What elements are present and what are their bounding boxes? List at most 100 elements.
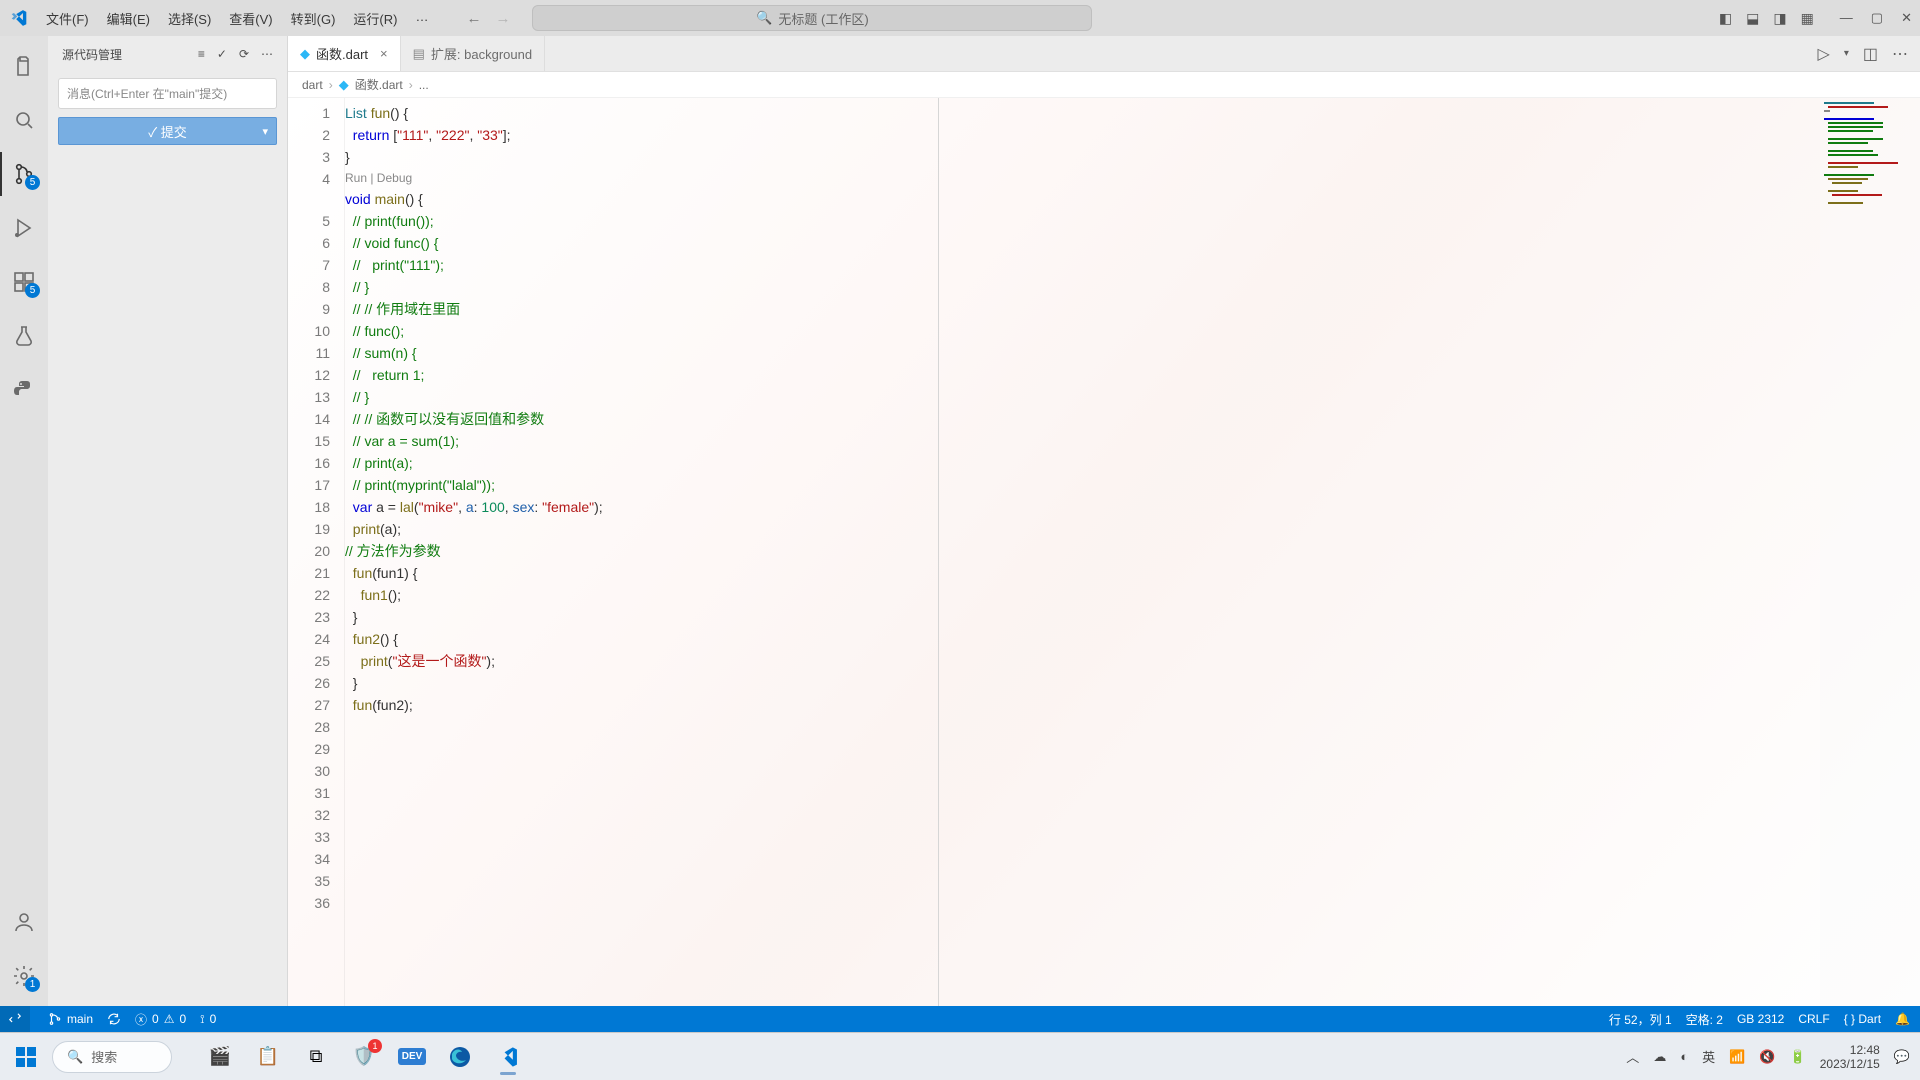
tab-extension[interactable]: ▤ 扩展: background (401, 36, 545, 71)
tab-label: 函数.dart (316, 44, 368, 63)
layout-controls: ◧ ⬓ ◨ ▦ (1719, 10, 1814, 27)
menu-selection[interactable]: 选择(S) (160, 5, 219, 32)
status-bar: main ⓧ0 ⚠0 ⟟0 行 52，列 1 空格: 2 GB 2312 CRL… (0, 1006, 1920, 1032)
toggle-panel-icon[interactable]: ⬓ (1746, 10, 1759, 27)
close-icon[interactable]: ✕ (1901, 10, 1912, 26)
breadcrumb-symbol[interactable]: ... (419, 78, 429, 92)
status-ports[interactable]: ⟟0 (200, 1012, 216, 1027)
dart-file-icon: ◆ (300, 46, 310, 62)
taskbar-app-dev[interactable]: DEV (392, 1037, 432, 1077)
editor-area: ◆ 函数.dart × ▤ 扩展: background ▷ ▾ ◫ ⋯ dar… (288, 36, 1920, 1006)
menu-go[interactable]: 转到(G) (283, 5, 344, 32)
command-center[interactable]: 🔍 无标题 (工作区) (532, 5, 1092, 31)
run-file-icon[interactable]: ▷ (1818, 44, 1830, 64)
status-cursor-position[interactable]: 行 52，列 1 (1609, 1011, 1672, 1028)
tray-notifications-icon[interactable]: 💬 (1894, 1049, 1910, 1065)
status-encoding[interactable]: GB 2312 (1737, 1012, 1784, 1026)
nav-back-icon[interactable]: ← (466, 10, 481, 27)
breadcrumb-folder[interactable]: dart (302, 78, 323, 92)
menu-view[interactable]: 查看(V) (221, 5, 280, 32)
taskbar-search[interactable]: 🔍 搜索 (52, 1041, 172, 1073)
activity-source-control[interactable]: 5 (0, 152, 48, 196)
menu-file[interactable]: 文件(F) (38, 5, 97, 32)
tray-onedrive-icon[interactable]: ☁ (1653, 1049, 1666, 1065)
remote-indicator[interactable] (0, 1006, 30, 1032)
status-branch[interactable]: main (48, 1012, 93, 1026)
radio-tower-icon: ⟟ (200, 1012, 204, 1027)
sidebar-title: 源代码管理 (62, 46, 122, 63)
activity-bar: 5 5 1 (0, 36, 48, 1006)
taskbar-app-notes[interactable]: 📋 (248, 1037, 288, 1077)
activity-search[interactable] (0, 98, 48, 142)
chevron-down-icon[interactable]: ▾ (262, 125, 268, 138)
error-icon: ⓧ (135, 1011, 147, 1028)
clock-time: 12:48 (1820, 1043, 1880, 1057)
customize-layout-icon[interactable]: ▦ (1801, 10, 1814, 27)
status-language-mode[interactable]: { } Dart (1844, 1012, 1881, 1026)
minimap[interactable] (1820, 98, 1920, 1006)
nav-forward-icon[interactable]: → (495, 10, 510, 27)
tray-battery-icon[interactable]: 🔋 (1790, 1049, 1806, 1065)
search-icon: 🔍 (67, 1049, 83, 1065)
taskbar-apps: 🎬 📋 ⧉ 🛡️1 DEV (200, 1037, 528, 1077)
tray-clock[interactable]: 12:48 2023/12/15 (1820, 1043, 1880, 1071)
more-actions-icon[interactable]: ⋯ (261, 47, 273, 61)
workbench: 5 5 1 源代码管理 ≡ ✓ ⟳ ⋯ (0, 36, 1920, 1006)
editor-body[interactable]: 1234567891011121314151617181920212223242… (288, 98, 1920, 1006)
editor-tabs: ◆ 函数.dart × ▤ 扩展: background ▷ ▾ ◫ ⋯ (288, 36, 1920, 72)
breadcrumb-file[interactable]: 函数.dart (355, 76, 403, 93)
menu-run[interactable]: 运行(R) (345, 5, 405, 32)
commit-button[interactable]: ✓ 提交 ▾ (58, 117, 277, 145)
toggle-secondary-sidebar-icon[interactable]: ◨ (1773, 10, 1786, 27)
activity-testing[interactable] (0, 314, 48, 358)
status-indentation[interactable]: 空格: 2 (1686, 1011, 1723, 1028)
tray-app-icon[interactable]: ◐ (1680, 1049, 1688, 1064)
dart-file-icon: ◆ (339, 77, 349, 93)
line-number-gutter[interactable]: 1234567891011121314151617181920212223242… (288, 98, 344, 1006)
taskbar-app-edge[interactable] (440, 1037, 480, 1077)
activity-python[interactable] (0, 368, 48, 412)
commit-action-icon[interactable]: ✓ (217, 47, 227, 61)
tab-close-icon[interactable]: × (380, 46, 388, 61)
activity-extensions[interactable]: 5 (0, 260, 48, 304)
refresh-icon[interactable]: ⟳ (239, 47, 249, 61)
status-problems[interactable]: ⓧ0 ⚠0 (135, 1011, 186, 1028)
commit-message-input[interactable]: 消息(Ctrl+Enter 在"main"提交) (58, 78, 277, 109)
commit-button-label: ✓ 提交 (148, 122, 187, 141)
code-content[interactable]: List fun() { return ["111", "222", "33"]… (344, 98, 1920, 1006)
split-editor-icon[interactable]: ◫ (1863, 44, 1878, 64)
taskbar-app-taskview[interactable]: ⧉ (296, 1037, 336, 1077)
activity-run-debug[interactable] (0, 206, 48, 250)
status-eol[interactable]: CRLF (1798, 1012, 1829, 1026)
menu-more[interactable]: … (407, 5, 436, 32)
clock-date: 2023/12/15 (1820, 1057, 1880, 1071)
tab-label: 扩展: background (431, 44, 532, 63)
toggle-primary-sidebar-icon[interactable]: ◧ (1719, 10, 1732, 27)
more-editor-actions-icon[interactable]: ⋯ (1892, 44, 1908, 64)
taskbar-app-vscode[interactable] (488, 1037, 528, 1077)
titlebar: 文件(F) 编辑(E) 选择(S) 查看(V) 转到(G) 运行(R) … ← … (0, 0, 1920, 36)
tray-volume-icon[interactable]: 🔇 (1759, 1049, 1775, 1065)
activity-explorer[interactable] (0, 44, 48, 88)
minimize-icon[interactable]: — (1840, 10, 1853, 26)
activity-settings[interactable]: 1 (0, 954, 48, 998)
activity-accounts[interactable] (0, 900, 48, 944)
breadcrumbs[interactable]: dart › ◆ 函数.dart › ... (288, 72, 1920, 98)
taskbar-app-security[interactable]: 🛡️1 (344, 1037, 384, 1077)
taskbar-app-video[interactable]: 🎬 (200, 1037, 240, 1077)
status-notifications-icon[interactable]: 🔔 (1895, 1012, 1910, 1026)
chevron-right-icon: › (409, 78, 413, 92)
run-dropdown-icon[interactable]: ▾ (1844, 48, 1849, 59)
extensions-badge: 5 (25, 283, 40, 298)
windows-taskbar: 🔍 搜索 🎬 📋 ⧉ 🛡️1 DEV ︿ ☁ ◐ 英 📶 🔇 🔋 12:48 2… (0, 1032, 1920, 1080)
warning-icon: ⚠ (164, 1012, 175, 1026)
tray-wifi-icon[interactable]: 📶 (1729, 1049, 1745, 1065)
tray-ime[interactable]: 英 (1702, 1047, 1715, 1066)
view-as-tree-icon[interactable]: ≡ (198, 47, 205, 61)
tab-active-file[interactable]: ◆ 函数.dart × (288, 36, 401, 71)
tray-chevron-icon[interactable]: ︿ (1626, 1047, 1639, 1066)
menu-edit[interactable]: 编辑(E) (99, 5, 158, 32)
maximize-icon[interactable]: ▢ (1871, 10, 1883, 26)
status-sync[interactable] (107, 1012, 121, 1026)
start-button[interactable] (10, 1041, 42, 1073)
